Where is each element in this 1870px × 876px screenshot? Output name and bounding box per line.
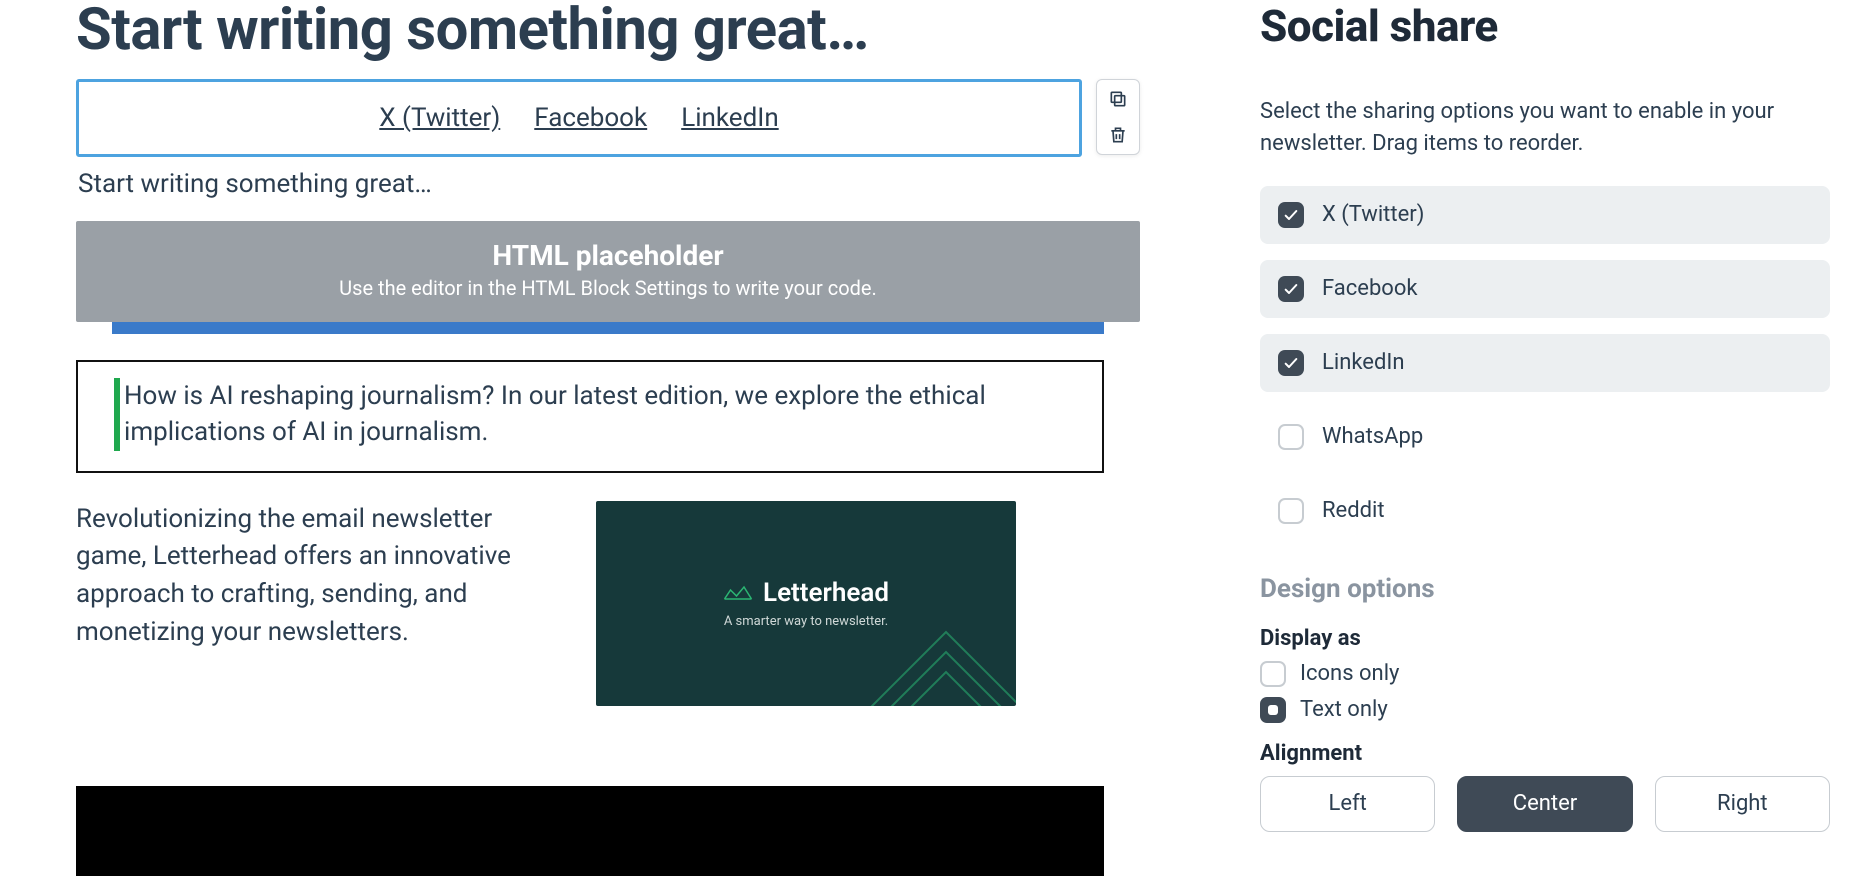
checkbox-unchecked-icon[interactable] (1278, 424, 1304, 450)
design-options-heading: Design options (1260, 574, 1830, 604)
black-block[interactable] (76, 786, 1104, 876)
checkbox-checked-icon[interactable] (1278, 276, 1304, 302)
editor-pane: Start writing something great… X (Twitte… (0, 0, 1180, 852)
share-option-reddit[interactable]: Reddit (1260, 482, 1830, 540)
share-option-label: X (Twitter) (1322, 202, 1424, 227)
radio-label: Text only (1300, 697, 1388, 722)
checkbox-unchecked-icon[interactable] (1278, 498, 1304, 524)
share-option-linkedin[interactable]: LinkedIn (1260, 334, 1830, 392)
divider-bar (112, 322, 1104, 334)
feature-card[interactable]: Letterhead A smarter way to newsletter. (596, 501, 1016, 706)
trash-icon[interactable] (1107, 124, 1129, 146)
block-tools (1096, 79, 1140, 155)
display-as-text-only[interactable]: Text only (1260, 697, 1830, 723)
share-option-label: Reddit (1322, 498, 1385, 523)
share-options-list: X (Twitter) Facebook LinkedIn WhatsApp R… (1260, 186, 1830, 540)
page-title: Start writing something great… (76, 0, 1140, 61)
radio-label: Icons only (1300, 661, 1399, 686)
quote-text: How is AI reshaping journalism? In our l… (120, 378, 1000, 451)
share-option-label: LinkedIn (1322, 350, 1405, 375)
display-as-icons-only[interactable]: Icons only (1260, 661, 1830, 687)
align-right-button[interactable]: Right (1655, 776, 1830, 832)
share-option-facebook[interactable]: Facebook (1260, 260, 1830, 318)
panel-title: Social share (1260, 0, 1830, 52)
align-center-button[interactable]: Center (1457, 776, 1632, 832)
html-placeholder-sub: Use the editor in the HTML Block Setting… (96, 276, 1120, 300)
body-text[interactable]: Start writing something great… (78, 169, 1140, 199)
share-link-linkedin[interactable]: LinkedIn (681, 103, 779, 133)
alignment-label: Alignment (1260, 741, 1830, 766)
card-decoration (846, 532, 1016, 706)
settings-pane: Social share Select the sharing options … (1180, 0, 1870, 852)
share-option-whatsapp[interactable]: WhatsApp (1260, 408, 1830, 466)
alignment-group: Left Center Right (1260, 776, 1830, 832)
quote-block[interactable]: How is AI reshaping journalism? In our l… (76, 360, 1104, 473)
share-option-label: WhatsApp (1322, 424, 1423, 449)
html-placeholder-block[interactable]: HTML placeholder Use the editor in the H… (76, 221, 1140, 322)
radio-checked-icon[interactable] (1260, 697, 1286, 723)
share-option-x[interactable]: X (Twitter) (1260, 186, 1830, 244)
share-link-x[interactable]: X (Twitter) (379, 103, 500, 133)
share-link-facebook[interactable]: Facebook (534, 103, 647, 133)
align-left-button[interactable]: Left (1260, 776, 1435, 832)
html-placeholder-title: HTML placeholder (96, 239, 1120, 272)
checkbox-checked-icon[interactable] (1278, 350, 1304, 376)
social-share-block[interactable]: X (Twitter) Facebook LinkedIn (76, 79, 1082, 157)
checkbox-checked-icon[interactable] (1278, 202, 1304, 228)
share-option-label: Facebook (1322, 276, 1418, 301)
radio-unchecked-icon[interactable] (1260, 661, 1286, 687)
panel-description: Select the sharing options you want to e… (1260, 96, 1830, 160)
feature-copy[interactable]: Revolutionizing the email newsletter gam… (76, 501, 556, 706)
display-as-label: Display as (1260, 626, 1830, 651)
copy-icon[interactable] (1107, 88, 1129, 110)
